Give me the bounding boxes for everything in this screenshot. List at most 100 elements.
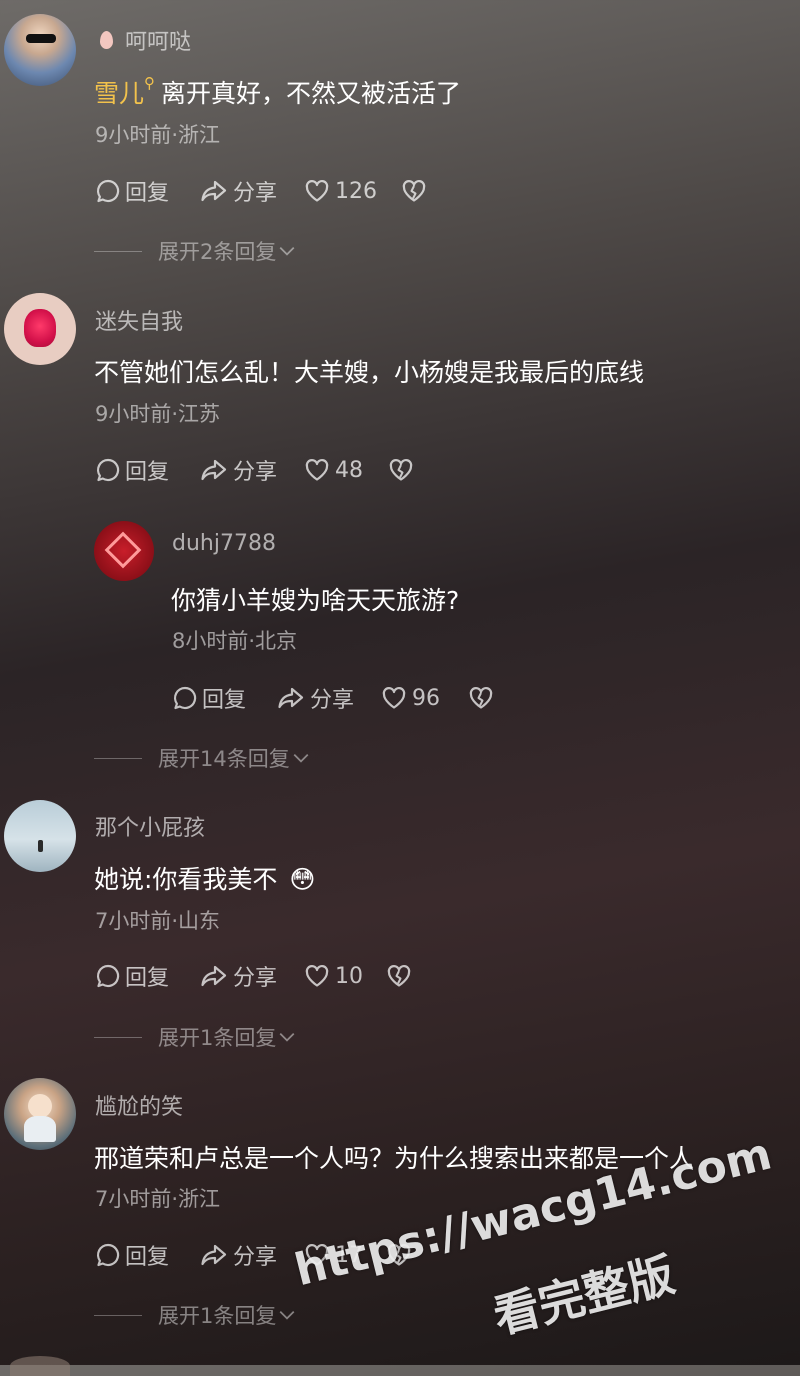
share-label: 分享 [233,966,278,991]
comment-meta: 7小时前·浙江 [95,1187,221,1211]
reply-username[interactable]: duhj7788 [172,531,276,556]
like-button[interactable]: 48 [303,453,363,487]
share-arrow-icon [199,963,229,989]
avatar-rose [24,309,56,347]
share-button[interactable]: 分享 [199,959,277,993]
avatar-baby [28,1094,52,1118]
dislike-button[interactable] [387,453,419,487]
dislike-button[interactable] [400,174,432,208]
reply-text: 你猜小羊嫂为啥天天旅游? [171,586,460,615]
comment-username[interactable]: 那个小屁孩 [95,810,205,842]
avatar-baby-body [24,1116,56,1142]
share-label: 分享 [233,460,278,485]
expand-label: 展开1条回复 [158,1026,277,1050]
share-arrow-icon [276,685,306,711]
reply-button[interactable]: 回复 [95,959,169,993]
comment-username[interactable]: 尴尬的笑 [95,1089,183,1121]
dislike-button[interactable] [467,681,499,715]
reply-label: 回复 [125,181,170,206]
share-arrow-icon [199,1242,229,1268]
share-arrow-icon [199,178,229,204]
broken-heart-icon [400,179,428,203]
avatar-sunglasses [26,34,56,43]
reply-button[interactable]: 回复 [95,453,169,487]
dislike-button[interactable] [385,959,417,993]
expand-label: 展开2条回复 [158,240,277,264]
comment-meta: 9小时前·江苏 [95,402,221,426]
reply-bubble-icon [95,178,121,204]
avatar[interactable] [4,1078,76,1150]
like-count: 96 [412,685,440,711]
divider-line [94,1036,142,1038]
share-button[interactable]: 分享 [199,453,277,487]
broken-heart-icon [387,458,415,482]
comment-meta: 7小时前·山东 [95,909,221,933]
avatar[interactable] [4,14,76,86]
reply-label: 回复 [125,1245,170,1270]
mention-row: 呵呵哒 [100,24,191,56]
divider-line [94,1314,142,1316]
comment-text: 不管她们怎么乱！大羊嫂，小杨嫂是我最后的底线 [94,358,645,387]
reply-actions: 回复 分享 96 [172,681,592,715]
comment-actions: 回复 分享 48 [95,453,515,487]
chevron-down-icon [278,1030,296,1044]
reply-bubble-icon [95,963,121,989]
reply-label: 回复 [202,688,247,713]
like-count: 48 [335,457,363,483]
comment-body: 她说:你看我美不 [94,865,278,894]
like-button[interactable]: 96 [380,681,440,715]
comment-actions: 回复 分享 10 [95,959,515,993]
expand-replies-button[interactable]: 展开1条回复 [94,1022,296,1052]
egg-icon [100,31,113,49]
like-button[interactable]: 126 [303,174,377,208]
reply-label: 回复 [125,966,170,991]
avatar[interactable] [4,800,76,872]
share-button[interactable]: 分享 [199,1238,277,1272]
reply-bubble-icon [95,1242,121,1268]
reply-avatar[interactable] [94,521,154,581]
mention-username[interactable]: 呵呵哒 [125,24,191,56]
next-avatar-partial [10,1356,70,1376]
share-button[interactable]: 分享 [276,681,354,715]
share-label: 分享 [233,181,278,206]
heart-icon [303,179,331,203]
divider-line [94,250,142,252]
avatar[interactable] [4,293,76,365]
watermark-caption: 看完整版 [488,1247,680,1345]
expand-label: 展开14条回复 [158,747,290,771]
reply-button[interactable]: 回复 [172,681,246,715]
chevron-down-icon [292,751,310,765]
reply-button[interactable]: 回复 [95,174,169,208]
expand-label: 展开1条回复 [158,1304,277,1328]
like-button[interactable]: 10 [303,959,363,993]
reply-bubble-icon [95,457,121,483]
chevron-down-icon [278,244,296,258]
chevron-down-icon [278,1308,296,1322]
broken-heart-icon [467,686,495,710]
heart-icon [303,964,331,988]
divider-line [94,757,142,759]
avatar-figure [38,840,43,852]
like-count: 10 [335,963,363,989]
broken-heart-icon [385,964,413,988]
reply-button[interactable]: 回复 [95,1238,169,1272]
reply-meta: 8小时前·北京 [172,629,298,653]
comment-username[interactable]: 迷失自我 [95,304,183,336]
avatar-emblem [104,531,142,569]
expand-replies-button[interactable]: 展开1条回复 [94,1300,296,1330]
heart-icon [380,686,408,710]
flushed-emoji: 😳 [289,865,316,894]
comment-actions: 回复 分享 126 [95,174,515,208]
comment-text: 雪儿⚲ 离开真好，不然又被活活了 [94,74,461,110]
like-count: 126 [335,178,377,204]
share-label: 分享 [233,1245,278,1270]
expand-replies-button[interactable]: 展开14条回复 [94,743,310,773]
comment-meta: 9小时前·浙江 [95,123,221,147]
reply-bubble-icon [172,685,198,711]
mention-prefix[interactable]: 雪儿 [94,79,144,108]
share-button[interactable]: 分享 [199,174,277,208]
share-arrow-icon [199,457,229,483]
comment-body: 离开真好，不然又被活活了 [161,79,462,108]
expand-replies-button[interactable]: 展开2条回复 [94,236,296,266]
heart-icon [303,458,331,482]
